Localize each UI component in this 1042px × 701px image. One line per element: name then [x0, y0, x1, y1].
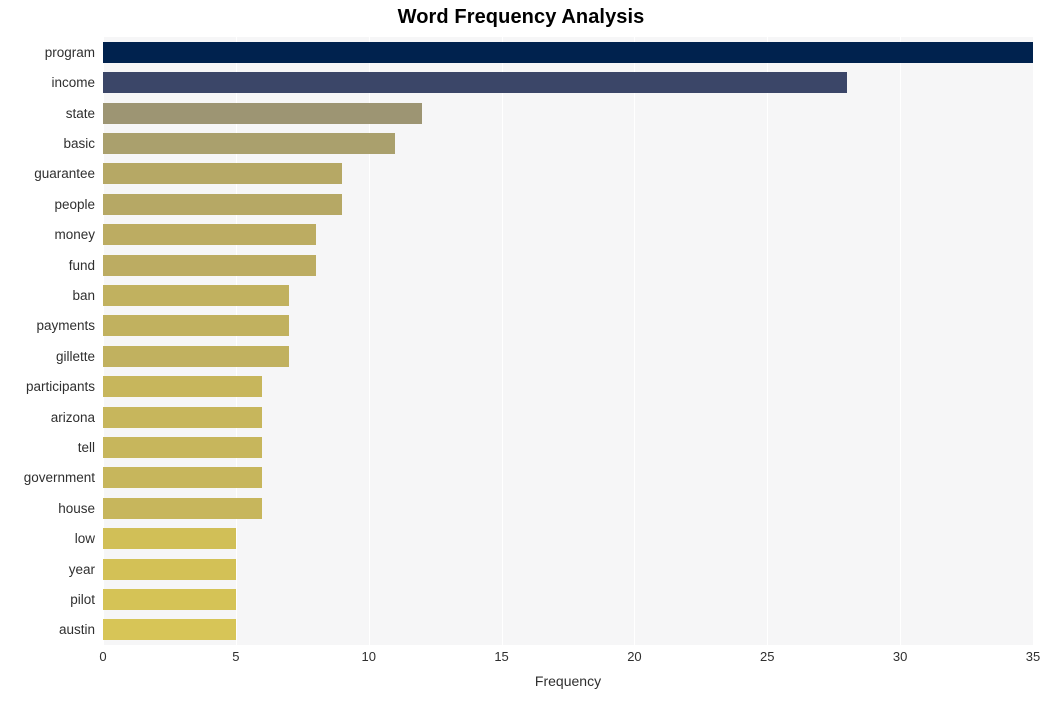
y-tick-label-arizona: arizona	[50, 409, 95, 425]
y-tick-label-house: house	[58, 500, 95, 516]
y-tick-label-austin: austin	[58, 622, 95, 638]
x-tick-label-0: 0	[99, 649, 107, 664]
x-tick-label-5: 5	[232, 649, 240, 664]
x-tick-label-10: 10	[361, 649, 376, 664]
y-tick-label-pilot: pilot	[70, 591, 95, 607]
y-tick-label-tell: tell	[77, 439, 95, 455]
word-frequency-chart-figure: Word Frequency Analysis program income sta…	[0, 0, 1042, 701]
y-tick-label-payments: payments	[36, 318, 95, 334]
y-tick-label-guarantee: guarantee	[34, 166, 95, 182]
y-tick-label-participants: participants	[25, 379, 95, 395]
x-tick-label-15: 15	[494, 649, 509, 664]
y-tick-label-low: low	[74, 531, 95, 547]
y-tick-label-government: government	[23, 470, 95, 486]
x-tick-label-25: 25	[760, 649, 775, 664]
x-tick-label-30: 30	[892, 649, 908, 664]
y-tick-label-people: people	[54, 196, 95, 212]
y-tick-label-fund: fund	[68, 257, 95, 273]
y-tick-label-basic: basic	[63, 135, 95, 151]
x-tick-label-20: 20	[627, 649, 642, 664]
y-tick-label-ban: ban	[72, 287, 95, 303]
x-axis-tick-labels: 0 5 10 15 20 25 30 35	[99, 645, 1040, 669]
chart-title: Word Frequency Analysis	[397, 6, 645, 28]
y-tick-label-year: year	[68, 561, 95, 577]
x-axis-title: Frequency	[534, 673, 602, 689]
y-tick-label-program: program	[44, 44, 95, 60]
y-tick-label-gillette: gillette	[55, 348, 95, 364]
y-tick-label-income: income	[51, 75, 95, 91]
x-tick-label-35: 35	[1025, 649, 1041, 664]
y-tick-label-state: state	[65, 105, 95, 121]
y-axis-tick-labels: program income state basic guarantee people mo…	[0, 37, 1042, 645]
y-tick-label-money: money	[54, 227, 95, 243]
